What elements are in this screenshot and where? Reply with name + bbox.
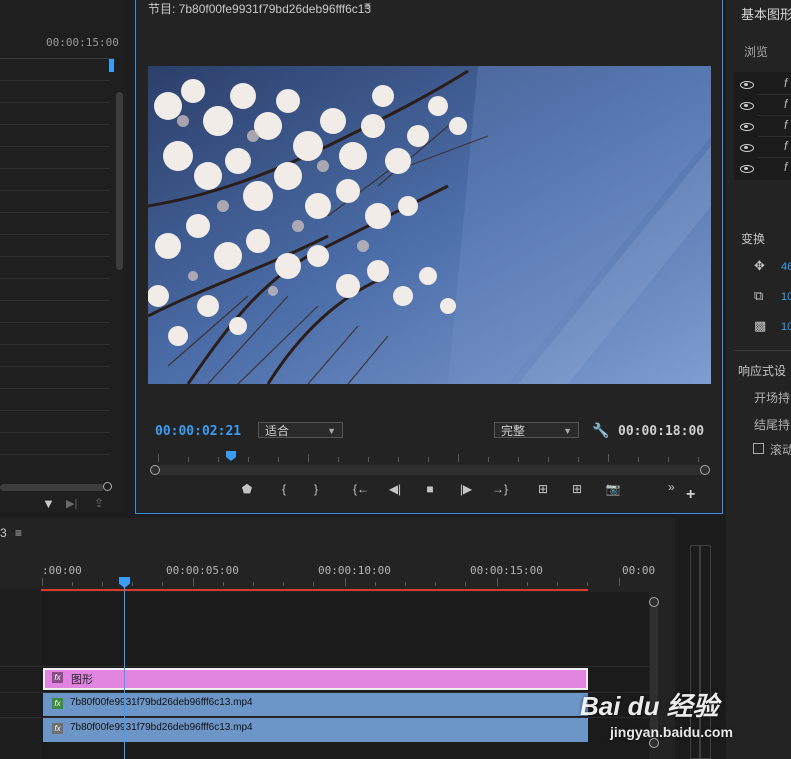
add-marker-icon[interactable]: ⬟ xyxy=(237,482,257,496)
source-ruler-line xyxy=(0,58,114,59)
source-timecode: 00:00:15:00 xyxy=(46,36,119,49)
source-vertical-scrollbar[interactable] xyxy=(116,92,123,270)
export-frame-icon[interactable]: 📷 xyxy=(603,482,623,496)
ruler-label: 00:00 xyxy=(622,564,656,577)
source-horizontal-scrollbar[interactable] xyxy=(0,484,104,491)
eye-icon[interactable] xyxy=(740,165,754,173)
source-playhead-marker[interactable] xyxy=(109,58,114,72)
layer-name[interactable]: f xyxy=(784,118,787,132)
eye-icon[interactable] xyxy=(740,81,754,89)
eg-browse-tab[interactable]: 浏览 xyxy=(744,43,768,60)
more-controls-icon[interactable]: » xyxy=(668,480,675,494)
wrench-icon[interactable]: 🔧 xyxy=(592,422,609,439)
watermark-brand: Bai du 经验 xyxy=(580,691,719,721)
layer-name[interactable]: f xyxy=(784,76,787,90)
layer-name[interactable]: f xyxy=(784,139,787,153)
opacity-icon[interactable]: ▩ xyxy=(754,318,766,334)
insert-icon[interactable]: ▶| xyxy=(66,497,77,510)
export-icon[interactable]: ⇪ xyxy=(94,496,104,510)
stop-icon[interactable]: ■ xyxy=(420,482,440,496)
essential-graphics-panel: 基本图形 浏览 变换 ✥ 46 ⧉ 10 ▩ 10 响应式设 开场持 结尾持 滚… xyxy=(726,0,791,759)
watermark-url: jingyan.baidu.com xyxy=(610,724,733,740)
ruler-label: 00:00:05:00 xyxy=(166,564,239,577)
layer-name[interactable]: f xyxy=(784,160,787,174)
opacity-value[interactable]: 10 xyxy=(781,321,791,333)
scrub-bar[interactable] xyxy=(150,465,710,475)
chevron-down-icon: ▼ xyxy=(563,426,572,436)
step-back-icon[interactable]: ◀| xyxy=(385,482,405,496)
responsive-label: 响应式设 xyxy=(738,364,787,378)
transform-label: 变换 xyxy=(741,232,766,246)
divider xyxy=(734,350,791,351)
lift-icon[interactable]: ⊞ xyxy=(533,482,553,496)
scroll-checkbox[interactable] xyxy=(753,443,764,454)
step-forward-icon[interactable]: |▶ xyxy=(456,482,476,496)
zoom-dropdown[interactable]: 适合 ▼ xyxy=(258,422,343,438)
go-to-out-icon[interactable]: →} xyxy=(490,482,510,496)
position-value[interactable]: 46 xyxy=(781,261,791,273)
audio-clip-label: 7b80f00fe9931f79bd26deb96fff6c13.mp4 xyxy=(70,722,253,733)
program-menu-icon[interactable]: ≡ xyxy=(364,0,371,13)
quality-value: 完整 xyxy=(501,424,526,438)
fx-icon: fx xyxy=(52,723,63,734)
timeline-ruler-ticks[interactable] xyxy=(41,578,649,588)
duration-timecode: 00:00:18:00 xyxy=(618,424,705,439)
scrub-start-handle[interactable] xyxy=(150,465,160,475)
timeline-playhead-line xyxy=(124,586,125,759)
add-button-icon[interactable]: + xyxy=(686,486,695,504)
video-frame xyxy=(148,66,711,384)
scrub-end-handle[interactable] xyxy=(700,465,710,475)
timeline-menu-icon[interactable]: ≡ xyxy=(15,526,22,540)
fx-icon: fx xyxy=(52,698,63,709)
ruler-label: 00:00:15:00 xyxy=(470,564,543,577)
scroll-handle-top[interactable] xyxy=(649,597,659,607)
go-to-in-icon[interactable]: {← xyxy=(351,482,371,496)
ruler-label: :00:00 xyxy=(42,564,82,577)
position-icon[interactable]: ✥ xyxy=(754,258,765,274)
track-header-column xyxy=(0,590,41,759)
program-title: 节目: 7b80f00fe9931f79bd26deb96fff6c13 xyxy=(148,2,372,16)
fx-icon: fx xyxy=(52,672,63,683)
source-panel: 00:00:15:00 ▼ ▶| ⇪ xyxy=(0,0,126,512)
graphic-clip-label: 图形 xyxy=(71,674,93,686)
scale-value[interactable]: 10 xyxy=(781,291,791,303)
zoom-value: 适合 xyxy=(265,424,290,438)
eye-icon[interactable] xyxy=(740,123,754,131)
layer-name[interactable]: f xyxy=(784,97,787,111)
current-timecode[interactable]: 00:00:02:21 xyxy=(155,424,241,439)
eye-icon[interactable] xyxy=(740,102,754,110)
chevron-down-icon: ▼ xyxy=(327,426,336,436)
extract-icon[interactable]: ⊞ xyxy=(567,482,587,496)
quality-dropdown[interactable]: 完整 ▼ xyxy=(494,422,579,438)
baidu-watermark: Bai du 经验 jingyan.baidu.com xyxy=(578,676,778,746)
outro-label: 结尾持 xyxy=(754,418,791,432)
mark-out-icon[interactable]: } xyxy=(306,482,326,496)
scroll-label: 滚动 xyxy=(770,443,791,457)
ruler-label: 00:00:10:00 xyxy=(318,564,391,577)
intro-label: 开场持 xyxy=(754,391,791,405)
video-clip-label: 7b80f00fe9931f79bd26deb96fff6c13.mp4 xyxy=(70,697,253,708)
eye-icon[interactable] xyxy=(740,144,754,152)
eg-title: 基本图形 xyxy=(741,7,791,22)
timeline-tab-number[interactable]: 3 xyxy=(0,526,7,540)
scroll-end-handle[interactable] xyxy=(103,482,112,491)
filter-icon[interactable]: ▼ xyxy=(42,496,55,511)
scale-icon[interactable]: ⧉ xyxy=(754,288,763,304)
mark-in-icon[interactable]: { xyxy=(274,482,294,496)
